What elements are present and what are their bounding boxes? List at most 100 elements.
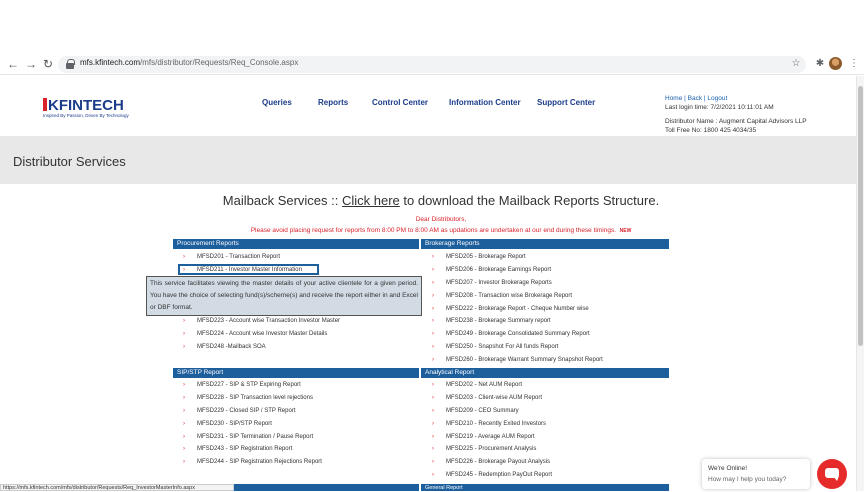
arrow-icon: › — [432, 382, 434, 388]
back-arrow-icon[interactable]: ← — [5, 56, 21, 72]
arrow-icon: › — [183, 382, 185, 388]
nav-support-center[interactable]: Support Center — [537, 98, 595, 107]
list-item[interactable]: › MFSD227 - SIP & STP Expiring Report — [183, 382, 301, 388]
item-tooltip: This service facilitates viewing the mas… — [146, 276, 422, 316]
chat-bubble-icon[interactable] — [817, 459, 847, 489]
chat-title: We're Online! — [708, 465, 748, 472]
arrow-icon: › — [432, 344, 434, 350]
click-here-link[interactable]: Click here — [342, 193, 400, 208]
browser-top-area — [0, 0, 864, 53]
item-label: MFSD224 - Account wise Investor Master D… — [197, 331, 328, 337]
list-item[interactable]: › MFSD224 - Account wise Investor Master … — [183, 331, 327, 337]
list-item[interactable]: › MFSD202 - Net AUM Report — [432, 382, 522, 388]
general-header: General Report — [421, 484, 669, 491]
item-label: MFSD208 - Transaction wise Brokerage Rep… — [446, 293, 573, 299]
arrow-icon: › — [183, 344, 185, 350]
arrow-icon: › — [432, 446, 434, 452]
item-label: MFSD245 - Redemption PayOut Report — [446, 472, 553, 478]
arrow-icon: › — [432, 472, 434, 478]
list-item[interactable]: › MFSD201 - Transaction Report — [183, 254, 280, 260]
list-item[interactable]: › MFSD244 - SIP Registration Rejections R… — [183, 459, 322, 465]
arrow-icon: › — [183, 318, 185, 324]
item-label: MFSD202 - Net AUM Report — [446, 382, 523, 388]
procurement-header: Procurement Reports — [173, 239, 419, 249]
extensions-puzzle-icon[interactable]: ✱ — [812, 56, 828, 72]
list-item[interactable]: › MFSD209 - CEO Summary — [432, 408, 519, 414]
scroll-thumb[interactable] — [858, 86, 863, 346]
list-item[interactable]: › MFSD226 - Brokerage Payout Analysis — [432, 459, 550, 465]
list-item[interactable]: › MFSD229 - Closed SIP / STP Report — [183, 408, 295, 414]
profile-avatar[interactable] — [829, 57, 842, 70]
forward-arrow-icon[interactable]: → — [23, 56, 39, 72]
item-label: MFSD228 - SIP Transaction level rejectio… — [197, 395, 313, 401]
arrow-icon: › — [183, 459, 185, 465]
arrow-icon: › — [432, 434, 434, 440]
arrow-icon: › — [432, 331, 434, 337]
toll-free: Toll Free No: 1800 425 4034/35 — [665, 126, 757, 134]
list-item[interactable]: › MFSD223 - Account wise Transaction Inve… — [183, 318, 340, 324]
arrow-icon: › — [183, 434, 185, 440]
arrow-icon: › — [432, 318, 434, 324]
item-label: MFSD219 - Average AUM Report — [446, 434, 535, 440]
list-item[interactable]: › MFSD250 - Snapshot For All funds Report — [432, 344, 558, 350]
logout-link[interactable]: Logout — [707, 95, 727, 102]
mailback-prefix: Mailback Services :: — [222, 193, 342, 208]
list-item[interactable]: › MFSD231 - SIP Termination / Pause Repor… — [183, 434, 313, 440]
sip-stp-header: SIP/STP Report — [173, 368, 419, 378]
browser-menu-icon[interactable]: ⋮ — [846, 56, 862, 72]
arrow-icon: › — [432, 293, 434, 299]
list-item[interactable]: › MFSD206 - Brokerage Earnings Report — [432, 267, 551, 273]
page-banner: Distributor Services — [0, 136, 864, 184]
list-item[interactable]: › MFSD238 - Brokerage Summary report — [432, 318, 551, 324]
item-label: MFSD227 - SIP & STP Expiring Report — [197, 382, 301, 388]
list-item[interactable]: › MFSD219 - Average AUM Report — [432, 434, 535, 440]
browser-toolbar: ← → ↻ mfs.kfintech.com/mfs/distributor/R… — [0, 53, 864, 75]
arrow-icon: › — [432, 306, 434, 312]
list-item[interactable]: › MFSD203 - Client-wise AUM Report — [432, 395, 542, 401]
nav-control-center[interactable]: Control Center — [372, 98, 428, 107]
nav-reports[interactable]: Reports — [318, 98, 348, 107]
notice-text: Please avoid placing request for reports… — [0, 227, 864, 234]
list-item[interactable]: › MFSD249 - Brokerage Consolidated Summar… — [432, 331, 590, 337]
page-scrollbar[interactable] — [856, 76, 864, 491]
kfintech-logo[interactable]: KFINTECH Inspired By Passion, Driven By … — [43, 97, 133, 121]
arrow-icon: › — [432, 459, 434, 465]
logo-wordmark: KFINTECH — [43, 97, 124, 114]
item-label: MFSD210 - Recently Exited Investors — [446, 421, 547, 427]
item-label: MFSD249 - Brokerage Consolidated Summary… — [446, 331, 590, 337]
chat-widget[interactable]: We're Online! How may I help you today? — [702, 459, 810, 489]
nav-queries[interactable]: Queries — [262, 98, 292, 107]
list-item[interactable]: › MFSD210 - Recently Exited Investors — [432, 421, 546, 427]
list-item[interactable]: › MFSD260 - Brokerage Warrant Summary Sna… — [432, 357, 603, 363]
arrow-icon: › — [183, 408, 185, 414]
list-item[interactable]: › MFSD245 - Redemption PayOut Report — [432, 472, 552, 478]
list-item[interactable]: › MFSD225 - Procurement Analysis — [432, 446, 536, 452]
arrow-icon: › — [183, 446, 185, 452]
reload-icon[interactable]: ↻ — [40, 56, 56, 72]
back-link[interactable]: Back — [688, 95, 702, 102]
bookmark-star-icon[interactable]: ☆ — [788, 56, 804, 72]
item-label: MFSD223 - Account wise Transaction Inves… — [197, 318, 341, 324]
list-item[interactable]: › MFSD222 - Brokerage Report - Cheque Num… — [432, 306, 589, 312]
list-item[interactable]: › MFSD230 - SIP/STP Report — [183, 421, 272, 427]
arrow-icon: › — [432, 254, 434, 260]
analytical-header: Analytical Report — [421, 368, 669, 378]
home-link[interactable]: Home — [665, 95, 682, 102]
url-text[interactable]: mfs.kfintech.com/mfs/distributor/Request… — [80, 58, 298, 67]
list-item[interactable]: › MFSD243 - SIP Registration Report — [183, 446, 292, 452]
logo-tagline: Inspired By Passion, Driven By Technolog… — [43, 113, 129, 118]
lock-icon[interactable] — [66, 59, 75, 69]
arrow-icon: › — [432, 395, 434, 401]
item-label: MFSD226 - Brokerage Payout Analysis — [446, 459, 551, 465]
item-label: MFSD244 - SIP Registration Rejections Re… — [197, 459, 322, 465]
list-item[interactable]: › MFSD208 - Transaction wise Brokerage Re… — [432, 293, 572, 299]
list-item[interactable]: › MFSD207 - Investor Brokerage Reports — [432, 280, 552, 286]
list-item[interactable]: › MFSD205 - Brokerage Report — [432, 254, 526, 260]
list-item[interactable]: › MFSD228 - SIP Transaction level rejecti… — [183, 395, 313, 401]
list-item[interactable]: › MFSD248 -Mailback SOA — [183, 344, 266, 350]
arrow-icon: › — [183, 395, 185, 401]
nav-information-center[interactable]: Information Center — [449, 98, 521, 107]
arrow-icon: › — [432, 357, 434, 363]
arrow-icon: › — [432, 408, 434, 414]
address-bar[interactable]: mfs.kfintech.com/mfs/distributor/Request… — [58, 56, 806, 73]
